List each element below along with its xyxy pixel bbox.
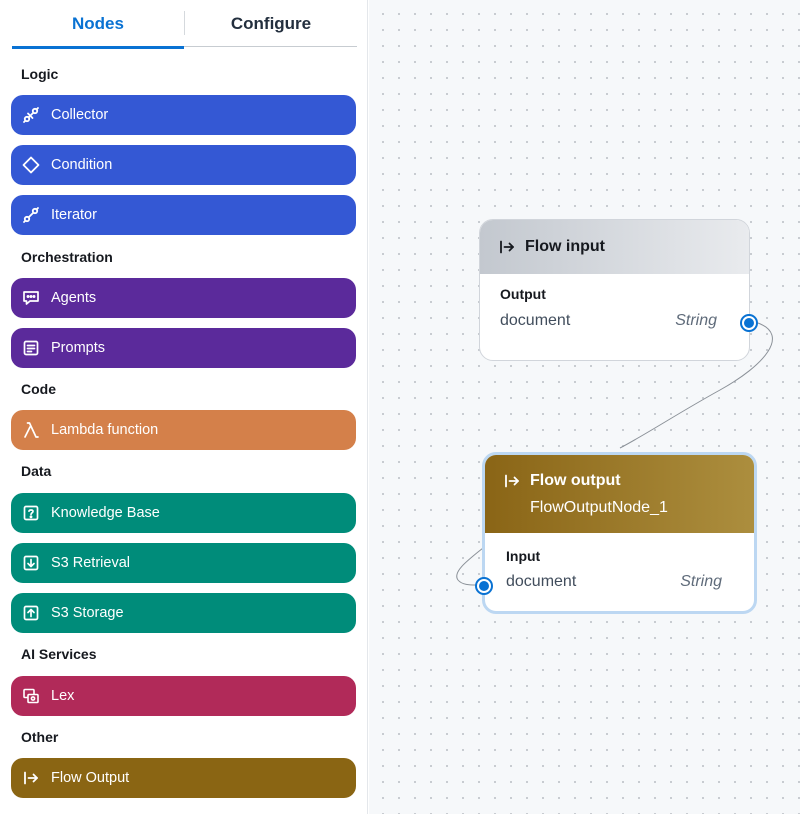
tab-nodes[interactable]: Nodes: [12, 0, 184, 49]
node-lex-label: Lex: [51, 688, 75, 704]
collector-icon: [22, 106, 40, 124]
iterator-icon: [22, 206, 40, 224]
flow-output-header: Flow output FlowOutputNode_1: [485, 455, 754, 533]
node-library-panel: Nodes Configure Logic Collector Conditio…: [0, 0, 368, 814]
node-iterator-label: Iterator: [51, 207, 97, 223]
flow-input-title: Flow input: [525, 238, 605, 255]
tab-configure[interactable]: Configure: [185, 0, 357, 47]
node-lambda-function-button[interactable]: Lambda function: [11, 410, 356, 450]
node-iterator-button[interactable]: Iterator: [11, 195, 356, 235]
node-collector-label: Collector: [51, 107, 109, 123]
flow-input-port-section: Output: [500, 286, 546, 302]
flow-canvas[interactable]: [369, 0, 800, 814]
s3-retrieval-icon: [22, 554, 40, 572]
section-heading-data: Data: [21, 463, 52, 479]
knowledge-base-icon: [22, 504, 40, 522]
node-collector-button[interactable]: Collector: [11, 95, 356, 135]
node-knowledge-base-button[interactable]: Knowledge Base: [11, 493, 356, 533]
node-agents-button[interactable]: Agents: [11, 278, 356, 318]
s3-storage-icon: [22, 604, 40, 622]
flow-input-port-type: String: [675, 312, 717, 329]
flow-output-port-section: Input: [506, 548, 541, 564]
node-flow-output-label: Flow Output: [51, 770, 130, 786]
section-heading-ai-services: AI Services: [21, 646, 97, 662]
node-knowledge-base-label: Knowledge Base: [51, 505, 160, 521]
node-condition-button[interactable]: Condition: [11, 145, 356, 185]
flow-input-header: Flow input: [480, 220, 749, 274]
flow-input-output-handle[interactable]: [740, 314, 758, 332]
node-flow-output-button[interactable]: Flow Output: [11, 758, 356, 798]
section-heading-logic: Logic: [21, 66, 59, 82]
prompts-icon: [22, 339, 40, 357]
flow-output-title: Flow output: [530, 472, 621, 489]
flow-output-icon: [22, 769, 40, 787]
node-agents-label: Agents: [51, 290, 97, 306]
node-s3-retrieval-button[interactable]: S3 Retrieval: [11, 543, 356, 583]
node-lambda-function-label: Lambda function: [51, 422, 159, 438]
node-prompts-button[interactable]: Prompts: [11, 328, 356, 368]
flow-output-port-type: String: [680, 573, 722, 590]
panel-tabs: Nodes Configure: [12, 0, 357, 49]
lambda-icon: [22, 421, 40, 439]
flow-output-port-name: document: [506, 573, 577, 590]
section-heading-other: Other: [21, 729, 59, 745]
flow-input-icon: [498, 238, 516, 256]
flow-input-port-name: document: [500, 312, 571, 329]
node-prompts-label: Prompts: [51, 340, 105, 356]
flow-output-node-name: FlowOutputNode_1: [530, 499, 668, 516]
flow-input-node[interactable]: Flow input Output document String: [479, 219, 750, 361]
node-lex-button[interactable]: Lex: [11, 676, 356, 716]
node-condition-label: Condition: [51, 157, 113, 173]
flow-output-node[interactable]: Flow output FlowOutputNode_1 Input docum…: [482, 452, 757, 614]
flow-output-header-icon: [503, 472, 521, 490]
section-heading-code: Code: [21, 381, 56, 397]
node-s3-retrieval-label: S3 Retrieval: [51, 555, 130, 571]
lex-icon: [22, 687, 40, 705]
agents-icon: [22, 289, 40, 307]
flow-output-input-handle[interactable]: [475, 577, 493, 595]
node-s3-storage-button[interactable]: S3 Storage: [11, 593, 356, 633]
section-heading-orchestration: Orchestration: [21, 249, 113, 265]
condition-icon: [22, 156, 40, 174]
node-s3-storage-label: S3 Storage: [51, 605, 124, 621]
